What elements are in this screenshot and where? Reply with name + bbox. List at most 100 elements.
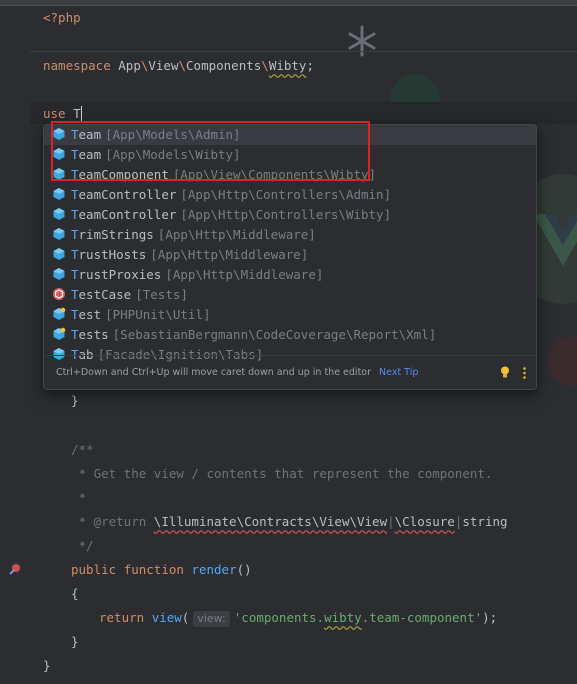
autocomplete-item-name: Team <box>71 127 102 142</box>
view-function[interactable]: view <box>152 610 182 625</box>
class-icon <box>52 267 66 281</box>
autocomplete-item-name: TeamComponent <box>71 167 169 182</box>
use-statement[interactable]: use T <box>43 105 82 123</box>
match-highlight: T <box>71 267 79 282</box>
doc-return-type: string <box>462 514 508 529</box>
autocomplete-item-package: [App\Http\Controllers\Admin] <box>180 187 392 202</box>
brace: } <box>71 634 79 649</box>
autocomplete-item-package: [App\Http\Middleware] <box>150 247 309 262</box>
return-end: ); <box>482 610 498 625</box>
next-tip-link[interactable]: Next Tip <box>379 367 418 378</box>
autocomplete-item-package: [App\Http\Middleware] <box>157 227 316 242</box>
brace: } <box>71 393 79 408</box>
autocomplete-popup[interactable]: Team [App\Models\Admin] Team [App\Models\Wi… <box>43 124 537 390</box>
autocomplete-item-package: [App\Models\Wibty] <box>105 147 241 162</box>
class-icon <box>52 227 66 241</box>
autocomplete-item-package: [SebastianBergmann\CodeCoverage\Report\X… <box>112 327 437 342</box>
final-class-icon <box>52 327 66 341</box>
autocomplete-item-name: TeamController <box>71 187 177 202</box>
match-highlight: T <box>71 147 79 162</box>
doc-comment-close: */ <box>71 537 94 555</box>
doc-open: /** <box>71 442 94 457</box>
method-signature: public function render() <box>71 561 252 579</box>
snowflake-icon <box>348 25 376 57</box>
brace: { <box>71 586 79 601</box>
lightbulb-icon[interactable] <box>500 366 510 378</box>
autocomplete-item[interactable]: TrustProxies [App\Http\Middleware] <box>44 265 536 285</box>
method-open-brace: { <box>71 585 79 603</box>
autocomplete-item-package: [App\Http\Middleware] <box>165 267 324 282</box>
autocomplete-item-name: TestCase <box>71 287 132 302</box>
return-keyword: return <box>99 610 145 625</box>
autocomplete-item-name: TrimStrings <box>71 227 154 242</box>
string-part: 'components. <box>233 610 325 625</box>
doc-pipe: | <box>387 514 395 529</box>
class-icon <box>52 187 66 201</box>
php-open-tag-text: <?php <box>43 10 81 25</box>
string-part: wibty <box>324 610 362 625</box>
namespace-part: View <box>148 58 179 73</box>
doc-return-type[interactable]: \Closure <box>395 514 455 529</box>
autocomplete-item-name: TrustHosts <box>71 247 147 262</box>
doc-return-type[interactable]: \Illuminate\Contracts\View\View <box>154 514 387 529</box>
match-highlight: T <box>71 287 79 302</box>
return-statement: return view(view:'components.wibty.team-… <box>99 610 498 627</box>
autocomplete-item-name: Test <box>71 307 102 322</box>
doc-star: * <box>71 490 87 505</box>
doc-return-tag: * @return <box>71 514 147 529</box>
autocomplete-item[interactable]: Test [PHPUnit\Util] <box>44 305 536 325</box>
doc-return-line: * @return \Illuminate\Contracts\View\Vie… <box>71 513 508 531</box>
background-circle-red <box>548 336 577 386</box>
autocomplete-item[interactable]: Team [App\Models\Wibty] <box>44 145 536 165</box>
match-highlight: T <box>71 207 79 222</box>
namespace-keyword: namespace <box>43 58 111 73</box>
doc-comment-line: * Get the view / contents that represent… <box>71 465 493 483</box>
class-icon <box>52 147 66 161</box>
autocomplete-item-package: [Tests] <box>135 287 188 302</box>
footer-tip-text: Ctrl+Down and Ctrl+Up will move caret do… <box>56 367 372 378</box>
class-icon <box>52 207 66 221</box>
method-implements-gutter-icon[interactable] <box>8 562 22 576</box>
autocomplete-item-package: [PHPUnit\Util] <box>105 307 211 322</box>
autocomplete-item-package: [App\Http\Controllers\Wibty] <box>180 207 392 222</box>
autocomplete-item-package: [App\View\Components\Wibty] <box>172 167 377 182</box>
class-close-brace: } <box>43 657 51 675</box>
match-highlight: T <box>71 327 79 342</box>
caret-row-highlight <box>30 102 577 124</box>
class-icon <box>52 127 66 141</box>
method-parens: () <box>236 562 252 577</box>
autocomplete-item[interactable]: TrimStrings [App\Http\Middleware] <box>44 225 536 245</box>
more-options-icon[interactable] <box>523 367 526 379</box>
match-highlight: T <box>71 227 79 242</box>
match-highlight: T <box>71 247 79 262</box>
abstract-class-icon <box>52 287 66 301</box>
match-highlight: T <box>71 307 79 322</box>
autocomplete-item[interactable]: TestCase [Tests] <box>44 285 536 305</box>
match-highlight: T <box>71 127 79 142</box>
autocomplete-item[interactable]: TeamController [App\Http\Controllers\Wibt… <box>44 205 536 225</box>
class-icon <box>52 247 66 261</box>
autocomplete-item[interactable]: TeamController [App\Http\Controllers\Admi… <box>44 185 536 205</box>
popup-footer: Ctrl+Down and Ctrl+Up will move caret do… <box>44 355 536 389</box>
doc-comment-open: /** <box>71 441 94 459</box>
namespace-declaration: namespace App\View\Components\Wibty; <box>43 58 314 73</box>
doc-close: */ <box>71 538 94 553</box>
class-icon <box>52 167 66 181</box>
autocomplete-item[interactable]: Team [App\Models\Admin] <box>44 125 536 145</box>
autocomplete-item[interactable]: TeamComponent [App\View\Components\Wibty] <box>44 165 536 185</box>
namespace-part: Wibty <box>268 58 307 73</box>
separator-line <box>30 51 577 52</box>
autocomplete-item[interactable]: TrustHosts [App\Http\Middleware] <box>44 245 536 265</box>
use-keyword: use <box>43 106 66 121</box>
php-open-tag: <?php <box>43 9 81 27</box>
line-gutter[interactable] <box>0 6 30 684</box>
text-caret <box>80 106 82 121</box>
namespace-semicolon: ; <box>306 58 314 73</box>
method-name[interactable]: render <box>191 562 236 577</box>
parameter-hint: view: <box>193 611 230 627</box>
use-typed-text[interactable]: T <box>73 106 81 121</box>
autocomplete-item[interactable]: Tests [SebastianBergmann\CodeCoverage\Rep… <box>44 325 536 345</box>
match-highlight: T <box>71 167 79 182</box>
brace: } <box>43 658 51 673</box>
autocomplete-item-name: Team <box>71 147 102 162</box>
